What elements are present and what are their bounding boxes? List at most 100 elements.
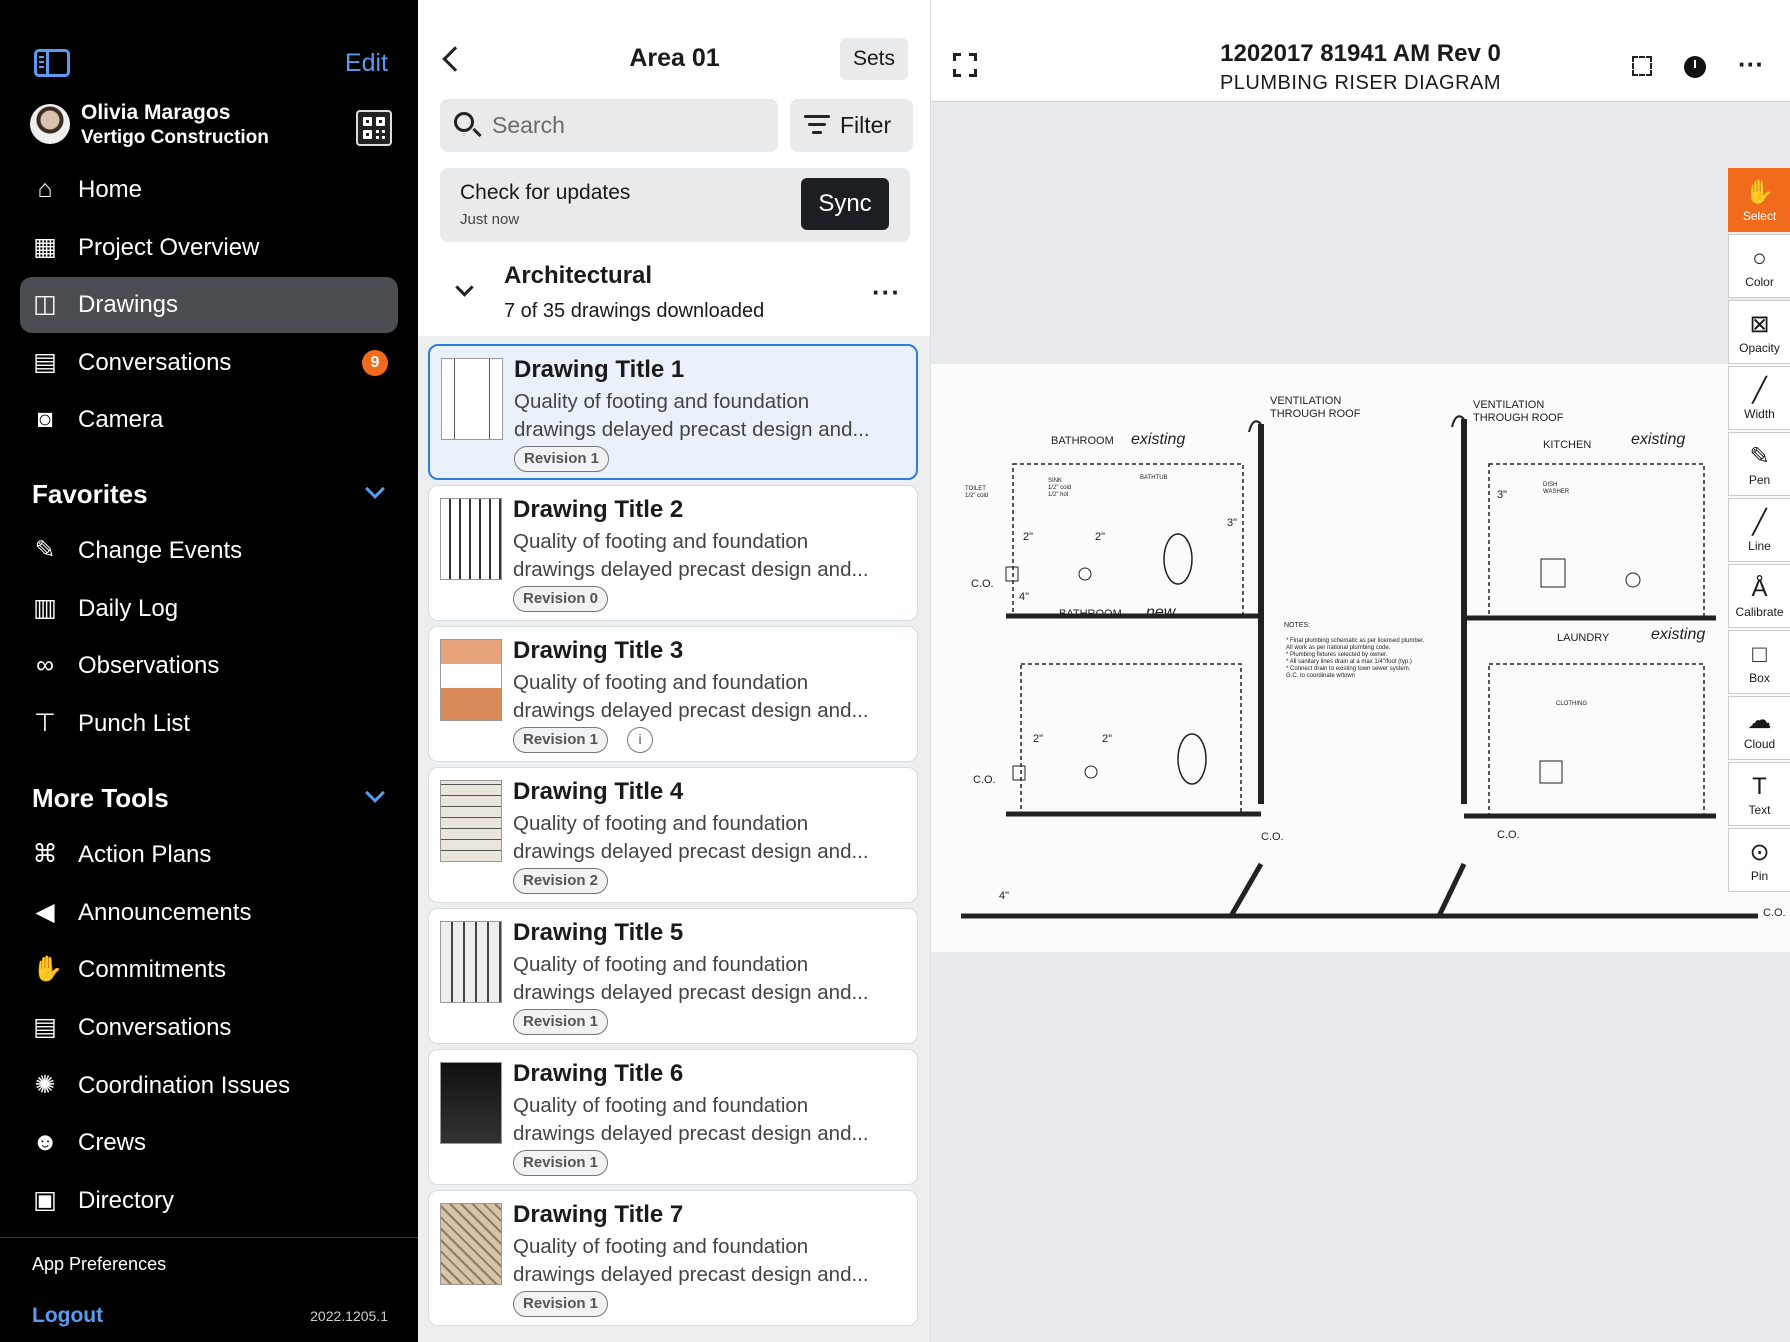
drawing-title: Drawing Title 5 <box>513 919 684 946</box>
search-field[interactable] <box>440 99 778 152</box>
tool-box[interactable]: □ Box <box>1728 630 1790 694</box>
qr-code-icon[interactable] <box>356 110 392 146</box>
nav-item-daily-log[interactable]: ▥ Daily Log <box>20 581 398 637</box>
nav-item-camera[interactable]: ◙ Camera <box>20 392 398 448</box>
chevron-down-icon[interactable] <box>455 278 474 297</box>
coordination-icon: ✺ <box>34 1071 56 1099</box>
chevron-down-icon[interactable] <box>365 783 385 803</box>
tool-label: Cloud <box>1743 737 1776 751</box>
crews-icon: ☻ <box>32 1128 59 1156</box>
description-line: Quality of footing and foundation <box>513 1094 809 1117</box>
location-pin-icon: ⊙ <box>1749 839 1770 866</box>
nav-item-action-plans[interactable]: ⌘ Action Plans <box>20 827 398 883</box>
more-options-icon[interactable]: ··· <box>1738 51 1764 80</box>
nav-item-conversations[interactable]: ▤ Conversations 9 <box>20 335 398 391</box>
nav-item-observations[interactable]: ∞ Observations <box>20 638 398 694</box>
sets-button[interactable]: Sets <box>840 38 908 80</box>
tool-pin[interactable]: ⊙ Pin <box>1728 828 1790 892</box>
nav-item-announcements[interactable]: ◀ Announcements <box>20 885 398 941</box>
box-icon: □ <box>1752 641 1767 668</box>
info-icon[interactable]: i <box>627 727 653 753</box>
nav-item-commitments[interactable]: ✋ Commitments <box>20 942 398 998</box>
tool-label: Line <box>1748 539 1771 553</box>
description-line: Quality of footing and foundation <box>513 953 809 976</box>
tool-text[interactable]: T Text <box>1728 762 1790 826</box>
description-line: drawings delayed precast design and... <box>513 1122 869 1145</box>
nav-item-coordination-issues[interactable]: ✺ Coordination Issues <box>20 1058 398 1114</box>
toilet-spec: 1/2" cold <box>965 493 988 499</box>
drawing-card[interactable]: Drawing Title 3 Quality of footing and fo… <box>428 626 918 762</box>
tool-label: Opacity <box>1739 341 1780 355</box>
tool-select[interactable]: ✋ Select <box>1728 168 1790 232</box>
chevron-down-icon[interactable] <box>365 479 385 499</box>
drawing-description: Quality of footing and foundation drawing… <box>513 810 908 866</box>
logout-button[interactable]: Logout <box>32 1304 103 1328</box>
pipe-size-label: 2" <box>1102 733 1112 745</box>
sync-button[interactable]: Sync <box>801 178 889 230</box>
width-icon: ╱ <box>1752 377 1767 404</box>
tool-line[interactable]: ╱ Line <box>1728 498 1790 562</box>
hand-icon: ✋ <box>1744 179 1775 206</box>
drawings-icon: ◫ <box>33 290 57 318</box>
change-events-icon: ✎ <box>34 536 56 564</box>
nav-label: Action Plans <box>78 841 212 868</box>
kitchen-label: KITCHEN <box>1543 439 1591 451</box>
nav-item-directory[interactable]: ▣ Directory <box>20 1173 398 1229</box>
tool-pen[interactable]: ✎ Pen <box>1728 432 1790 496</box>
drawing-card[interactable]: Drawing Title 2 Quality of footing and fo… <box>428 485 918 621</box>
nav-item-conversations-2[interactable]: ▤ Conversations <box>20 1000 398 1056</box>
drawing-card[interactable]: Drawing Title 1 Quality of footing and fo… <box>428 344 918 480</box>
app-preferences-link[interactable]: App Preferences <box>32 1254 166 1275</box>
pen-icon: ✎ <box>1749 443 1770 470</box>
line-icon: ╱ <box>1752 509 1767 536</box>
group-title: Architectural <box>504 262 653 289</box>
note-line: G.C. to coordinate w/town <box>1286 673 1355 679</box>
more-options-icon[interactable]: ··· <box>872 277 901 308</box>
drawing-thumbnail <box>440 498 502 580</box>
tool-color[interactable]: ○ Color <box>1728 234 1790 298</box>
nav-item-project-overview[interactable]: ▦ Project Overview <box>20 220 398 276</box>
drawing-sheet[interactable]: VENTILATION THROUGH ROOF VENTILATION THR… <box>931 364 1790 952</box>
nav-item-change-events[interactable]: ✎ Change Events <box>20 523 398 579</box>
user-name: Olivia Maragos <box>81 101 231 124</box>
user-profile[interactable]: Olivia Maragos Vertigo Construction <box>30 100 392 156</box>
sink-spec-cold: 1/2" cold <box>1048 485 1071 491</box>
nav-item-drawings[interactable]: ◫ Drawings <box>20 277 398 333</box>
updates-timestamp: Just now <box>460 211 520 228</box>
note-line: * Connect drain to existing town sewer s… <box>1286 666 1411 672</box>
tool-label: Select <box>1742 209 1777 223</box>
edit-button[interactable]: Edit <box>345 49 388 78</box>
filter-icon <box>804 115 830 135</box>
nav-item-punch-list[interactable]: ⊤ Punch List <box>20 696 398 752</box>
dish-label: DISH <box>1543 482 1557 488</box>
existing-note-3: existing <box>1651 626 1705 643</box>
search-input[interactable] <box>492 110 762 140</box>
nav-label: Project Overview <box>78 234 260 261</box>
nav-item-home[interactable]: ⌂ Home <box>20 162 398 218</box>
drawing-card[interactable]: Drawing Title 7 Quality of footing and fo… <box>428 1190 918 1326</box>
app-version: 2022.1205.1 <box>310 1308 388 1324</box>
drawing-card[interactable]: Drawing Title 6 Quality of footing and fo… <box>428 1049 918 1185</box>
crop-icon[interactable] <box>1632 56 1652 76</box>
sidebar-footer: App Preferences Logout 2022.1205.1 <box>0 1237 418 1342</box>
note-line: * Plumbing fixtures selected by owner. <box>1286 652 1388 658</box>
tool-calibrate[interactable]: Å Calibrate <box>1728 564 1790 628</box>
description-line: Quality of footing and foundation <box>514 390 810 413</box>
nav-item-crews[interactable]: ☻ Crews <box>20 1115 398 1171</box>
revision-badge: Revision 1 <box>514 446 610 472</box>
pipe-size-label: 3" <box>1497 489 1507 501</box>
filter-button[interactable]: Filter <box>790 99 913 152</box>
tool-label: Pin <box>1750 869 1769 883</box>
tool-cloud[interactable]: ☁ Cloud <box>1728 696 1790 760</box>
existing-note-2: existing <box>1631 431 1685 448</box>
tool-width[interactable]: ╱ Width <box>1728 366 1790 430</box>
drawing-card[interactable]: Drawing Title 4 Quality of footing and fo… <box>428 767 918 903</box>
drawing-group-header[interactable]: Architectural 7 of 35 drawings downloade… <box>418 255 930 335</box>
avatar <box>30 104 70 144</box>
sidebar-toggle-icon[interactable] <box>34 49 70 77</box>
history-icon[interactable] <box>1684 56 1706 78</box>
drawing-card[interactable]: Drawing Title 5 Quality of footing and fo… <box>428 908 918 1044</box>
nav-label: Conversations <box>78 349 232 376</box>
new-note: new <box>1146 604 1177 621</box>
tool-opacity[interactable]: ⊠ Opacity <box>1728 300 1790 364</box>
